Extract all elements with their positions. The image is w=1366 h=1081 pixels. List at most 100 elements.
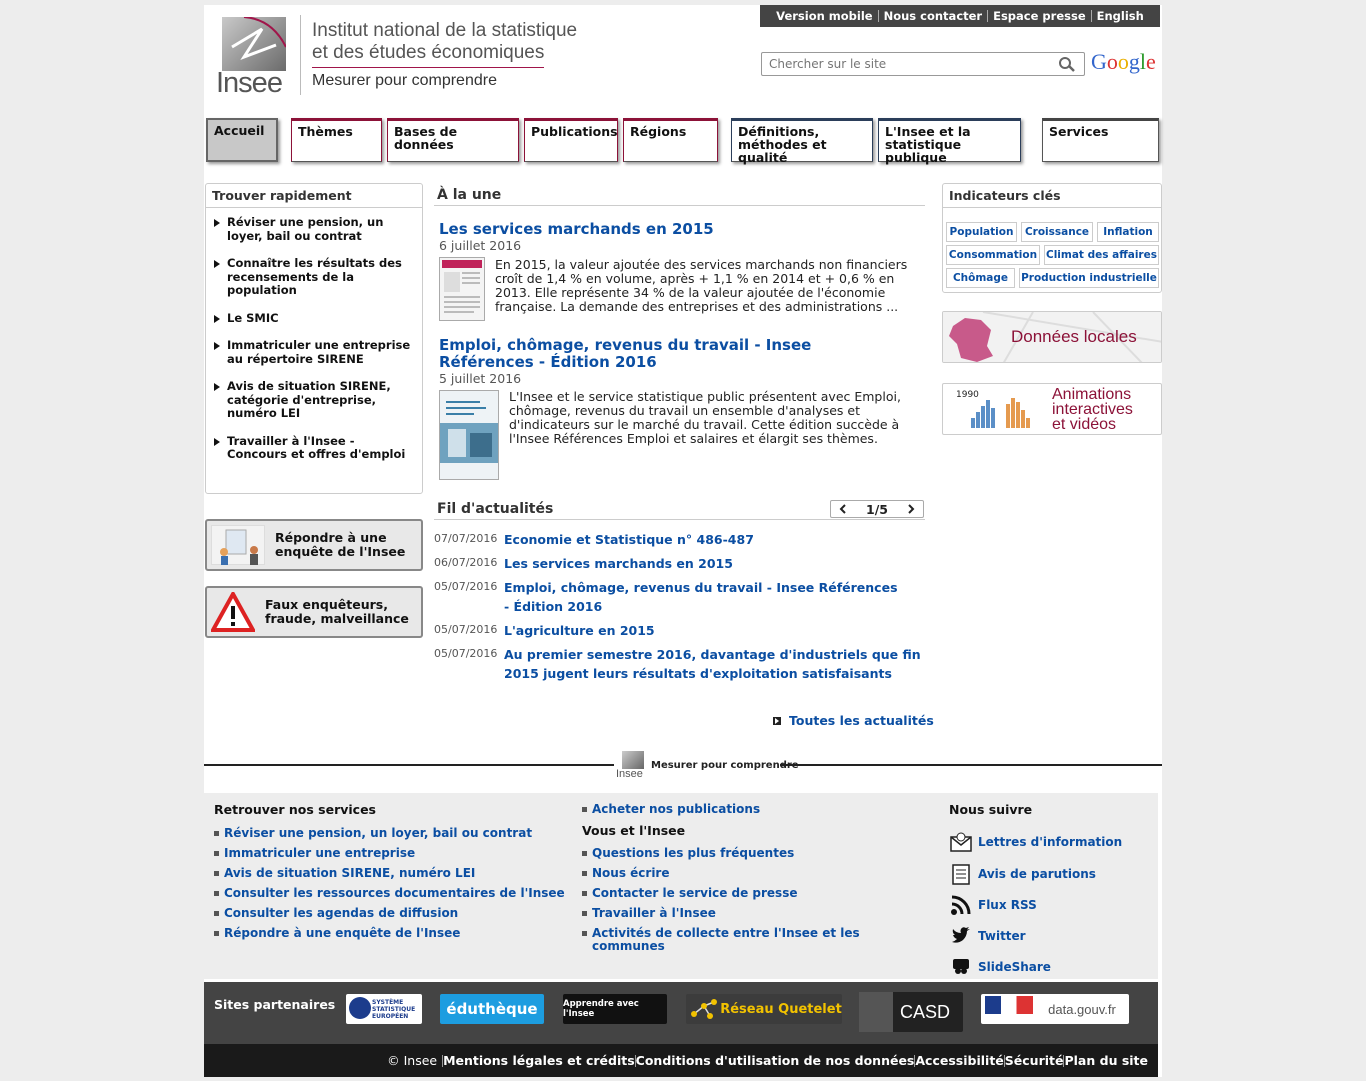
news-title-1[interactable]: Les services marchands en 2015 (439, 221, 919, 238)
partner-sites-bar: Sites partenaires SYSTÈME STATISTIQUE EU… (204, 982, 1158, 1044)
slideshare-icon (950, 956, 972, 978)
logo-word: Insee (216, 67, 283, 99)
indicator-chip[interactable]: Production industrielle (1019, 268, 1159, 288)
chevron-left-icon[interactable] (839, 502, 847, 517)
all-news-link[interactable]: Toutes les actualités (773, 713, 934, 728)
indicator-chip[interactable]: Climat des affaires (1044, 245, 1159, 265)
follow-parutions[interactable]: Avis de parutions (950, 863, 1096, 885)
news-date-1: 6 juillet 2016 (439, 238, 522, 253)
follow-rss[interactable]: Flux RSS (950, 894, 1037, 916)
footer-service-link[interactable]: Réviser une pension, un loyer, bail ou c… (214, 827, 532, 840)
institution-line-2: et des études économiques (312, 42, 545, 63)
quick-find-panel: Trouver rapidement Réviser une pension, … (205, 183, 423, 494)
partner-sse-label: SYSTÈME STATISTIQUE EUROPÉEN (372, 998, 416, 1020)
animations-line-2: interactives (1052, 401, 1133, 418)
quick-find-item[interactable]: Immatriculer une entreprise au répertoir… (214, 338, 416, 366)
page: Insee Institut national de la statistiqu… (204, 5, 1162, 1077)
fil-link[interactable]: Les services marchands en 2015 (504, 554, 904, 573)
fraud-button[interactable]: Faux enquêteurs, fraude, malveillance (205, 586, 423, 638)
newsletter-icon (950, 831, 972, 853)
indicator-chip[interactable]: Chômage (946, 268, 1015, 288)
footer-service-link[interactable]: Consulter les agendas de diffusion (214, 907, 458, 920)
footer-service-link[interactable]: Consulter les ressources documentaires d… (214, 887, 565, 900)
search-input[interactable] (769, 54, 1049, 74)
quick-find-item[interactable]: Travailler à l'Insee - Concours et offre… (214, 434, 416, 462)
fil-link[interactable]: L'agriculture en 2015 (504, 621, 904, 640)
all-news-label[interactable]: Toutes les actualités (789, 713, 934, 728)
partner-apprendre[interactable]: Apprendre avec l'Insee (563, 994, 667, 1024)
nav-services[interactable]: Services (1042, 118, 1159, 162)
nav-themes[interactable]: Thèmes (291, 118, 382, 162)
news-thumbnail-1[interactable] (439, 257, 485, 321)
partner-sse[interactable]: SYSTÈME STATISTIQUE EUROPÉEN (346, 994, 422, 1024)
quick-find-item[interactable]: Réviser une pension, un loyer, bail ou c… (214, 215, 416, 243)
institution-line-1: Institut national de la statistique (312, 20, 578, 41)
nav-definitions[interactable]: Définitions, méthodes et qualité (731, 118, 873, 164)
news-thumbnail-2[interactable] (439, 390, 499, 480)
fil-title: Fil d'actualités (437, 501, 554, 517)
nav-publications[interactable]: Publications (524, 118, 618, 162)
fil-link[interactable]: Emploi, chômage, revenus du travail - In… (504, 578, 904, 616)
quick-find-title: Trouver rapidement (206, 184, 422, 208)
quick-find-item[interactable]: Le SMIC (214, 311, 416, 326)
footer-service-link[interactable]: Immatriculer une entreprise (214, 847, 415, 860)
pager-count: 1/5 (866, 501, 888, 517)
fil-link[interactable]: Au premier semestre 2016, davantage d'in… (504, 645, 924, 683)
accessibility-link[interactable]: Accessibilité (915, 1053, 1003, 1068)
legal-link[interactable]: Mentions légales et crédits (443, 1053, 635, 1068)
footer-vous-link[interactable]: Activités de collecte entre l'Insee et l… (582, 927, 872, 953)
eu-stars-icon (349, 997, 371, 1019)
fil-date: 05/07/2016 (434, 580, 498, 593)
slogan: Mesurer pour comprendre (312, 72, 497, 89)
nav-insee-statistique-publique[interactable]: L'Insee et la statistique publique (878, 118, 1021, 164)
partner-edutheque[interactable]: éduthèque (440, 994, 544, 1024)
nav-bases-de-donnees[interactable]: Bases de données (387, 118, 519, 162)
fil-row: 05/07/2016 Emploi, chômage, revenus du t… (434, 578, 934, 616)
partner-datagouv[interactable]: data.gouv.fr (981, 994, 1129, 1024)
buy-publications-link[interactable]: Acheter nos publications (582, 803, 760, 816)
follow-newsletter[interactable]: Lettres d'information (950, 831, 1122, 853)
contact-link[interactable]: Nous contacter (879, 9, 988, 23)
footer-service-link[interactable]: Avis de situation SIRENE, numéro LEI (214, 867, 475, 880)
google-logo: Google (1091, 49, 1156, 74)
insee-logo[interactable]: Insee (212, 11, 304, 99)
follow-twitter[interactable]: Twitter (950, 925, 1026, 947)
nav-regions[interactable]: Régions (623, 118, 718, 162)
partner-casd[interactable]: CASD (859, 992, 963, 1032)
follow-slideshare[interactable]: SlideShare (950, 956, 1051, 978)
news-title-2[interactable]: Emploi, chômage, revenus du travail - In… (439, 337, 899, 371)
footer-vous-link[interactable]: Questions les plus fréquentes (582, 847, 794, 860)
version-mobile-link[interactable]: Version mobile (771, 9, 877, 23)
news-date-2: 5 juillet 2016 (439, 371, 522, 386)
animations-promo[interactable]: 1990 Animations interactives et vidéos (942, 383, 1162, 435)
survey-button[interactable]: Répondre à une enquête de l'Insee (205, 519, 423, 571)
press-link[interactable]: Espace presse (988, 9, 1091, 23)
fil-date: 05/07/2016 (434, 623, 498, 636)
chevron-right-icon[interactable] (907, 502, 915, 517)
news-text-1: En 2015, la valeur ajoutée des services … (495, 257, 908, 314)
nav-accueil[interactable]: Accueil (206, 118, 278, 162)
footer-vous-link[interactable]: Travailler à l'Insee (582, 907, 716, 920)
footer-service-link[interactable]: Répondre à une enquête de l'Insee (214, 927, 460, 940)
local-data-promo[interactable]: Données locales (942, 311, 1162, 363)
quick-find-item[interactable]: Connaître les résultats des recensements… (214, 256, 416, 298)
fil-link[interactable]: Economie et Statistique n° 486-487 (504, 530, 904, 549)
follow-title: Nous suivre (949, 802, 1033, 817)
footer-vous-link[interactable]: Nous écrire (582, 867, 670, 880)
indicator-chip[interactable]: Croissance (1021, 222, 1093, 242)
quick-find-item[interactable]: Avis de situation SIRENE, catégorie d'en… (214, 379, 416, 421)
search-icon[interactable] (1058, 56, 1076, 72)
fil-row: 07/07/2016 Economie et Statistique n° 48… (434, 530, 934, 549)
indicator-chip[interactable]: Consommation (946, 245, 1040, 265)
partner-quetelet[interactable]: Réseau Quetelet (686, 994, 842, 1024)
indicator-chip[interactable]: Population (946, 222, 1017, 242)
fil-date: 05/07/2016 (434, 647, 498, 660)
english-link[interactable]: English (1092, 9, 1149, 23)
indicator-chip[interactable]: Inflation (1097, 222, 1159, 242)
survey-icon (211, 525, 265, 565)
sitemap-link[interactable]: Plan du site (1064, 1053, 1148, 1068)
terms-link[interactable]: Conditions d'utilisation de nos données (636, 1053, 915, 1068)
institution-rule (312, 67, 544, 68)
footer-vous-link[interactable]: Contacter le service de presse (582, 887, 797, 900)
security-link[interactable]: Sécurité (1005, 1053, 1064, 1068)
